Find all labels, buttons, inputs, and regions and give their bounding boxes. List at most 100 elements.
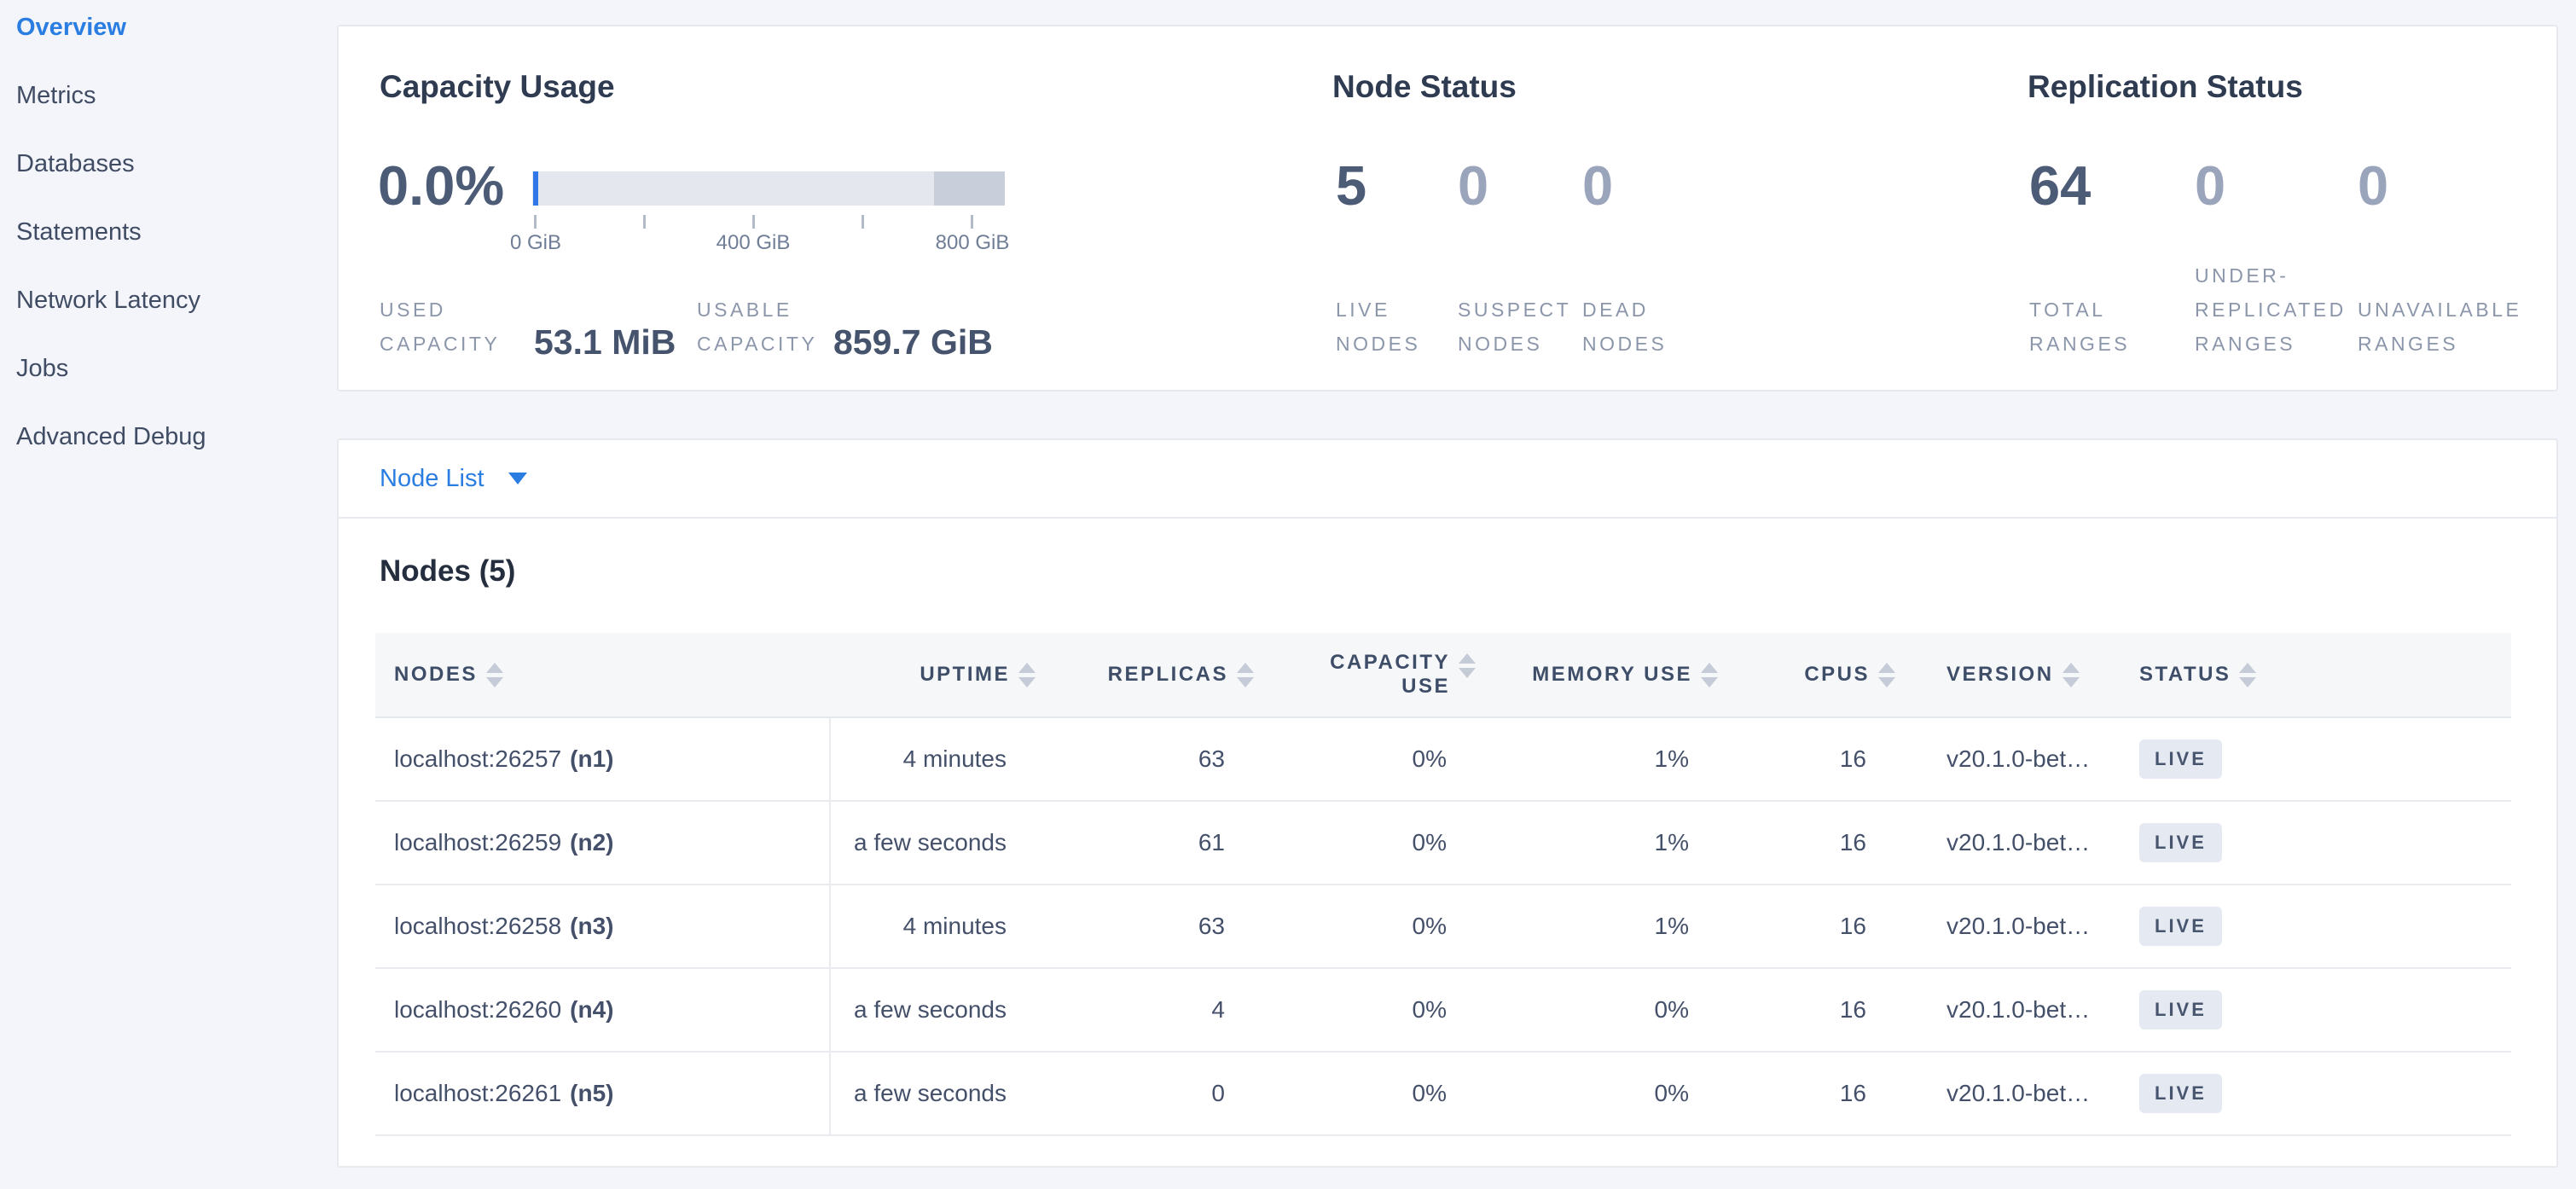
cell-memory-use: 0% (1486, 1053, 1728, 1134)
axis-tick-label: 400 GiB (717, 231, 791, 255)
sidebar-item-label: Metrics (16, 80, 96, 111)
status-badge: LIVE (2139, 740, 2222, 779)
sidebar-item-label: Jobs (16, 353, 68, 384)
live-nodes-count: 5 (1336, 153, 1366, 219)
node-id: (n5) (570, 1080, 613, 1107)
nodes-heading: Nodes (5) (380, 554, 515, 589)
under-replicated-ranges-count: 0 (2195, 153, 2225, 219)
cell-cpus: 16 (1728, 969, 1906, 1051)
sidebar-item-label: Network Latency (16, 285, 200, 316)
cell-node-name[interactable]: localhost:26261 (n5) (375, 1053, 829, 1134)
cell-version: v20.1.0-bet… (1906, 969, 2110, 1051)
dead-nodes-count: 0 (1582, 153, 1613, 219)
node-id: (n2) (570, 829, 613, 856)
cell-capacity-use: 0% (1264, 885, 1486, 967)
cell-replicas: 61 (1046, 802, 1264, 884)
sort-icon (1878, 663, 1895, 687)
live-nodes-label: LIVE NODES (1336, 293, 1442, 361)
cell-capacity-use: 0% (1264, 969, 1486, 1051)
column-header-memory-use[interactable]: MEMORY USE (1486, 633, 1728, 716)
sort-icon (1237, 663, 1254, 687)
cell-memory-use: 0% (1486, 969, 1728, 1051)
column-header-nodes[interactable]: NODES (375, 633, 829, 716)
axis-tick-label: 800 GiB (936, 231, 1010, 255)
nodes-table: NODES UPTIME REPLICAS CAPACITY USE MEMOR… (375, 633, 2511, 1136)
sidebar-item-label: Advanced Debug (16, 421, 206, 452)
node-address: localhost:26257 (394, 745, 561, 773)
node-id: (n4) (570, 996, 613, 1024)
status-badge: LIVE (2139, 823, 2222, 862)
column-header-version[interactable]: VERSION (1906, 633, 2110, 716)
usable-capacity-value: 859.7 GiB (833, 322, 993, 362)
column-header-cpus[interactable]: CPUS (1728, 633, 1906, 716)
cell-cpus: 16 (1728, 1053, 1906, 1134)
sidebar-item-advanced-debug[interactable]: Advanced Debug (16, 421, 323, 490)
column-header-replicas[interactable]: REPLICAS (1046, 633, 1264, 716)
total-ranges-count: 64 (2029, 153, 2091, 219)
sidebar-item-label: Statements (16, 217, 142, 247)
column-header-capacity-use[interactable]: CAPACITY USE (1264, 633, 1486, 716)
node-address: localhost:26261 (394, 1080, 561, 1107)
cell-uptime: a few seconds (829, 1053, 1046, 1134)
sidebar-item-network-latency[interactable]: Network Latency (16, 285, 323, 353)
sidebar-item-overview[interactable]: Overview (16, 12, 323, 80)
cell-replicas: 63 (1046, 885, 1264, 967)
cell-node-name[interactable]: localhost:26257 (n1) (375, 718, 829, 800)
cell-version: v20.1.0-bet… (1906, 885, 2110, 967)
column-header-uptime[interactable]: UPTIME (829, 633, 1046, 716)
cell-uptime: a few seconds (829, 969, 1046, 1051)
sort-icon (1701, 663, 1718, 687)
cell-cpus: 16 (1728, 885, 1906, 967)
axis-tick-label: 0 GiB (510, 231, 561, 255)
status-badge: LIVE (2139, 990, 2222, 1030)
table-row[interactable]: localhost:26257(n1)4 minutes630%1%16v20.… (375, 718, 2511, 802)
cell-capacity-use: 0% (1264, 718, 1486, 800)
sidebar-item-label: Databases (16, 148, 135, 179)
cell-cpus: 16 (1728, 718, 1906, 800)
sort-icon (2239, 663, 2256, 687)
axis-tick (862, 215, 864, 229)
table-row[interactable]: localhost:26261(n5)a few seconds00%0%16v… (375, 1053, 2511, 1136)
table-row[interactable]: localhost:26260(n4)a few seconds40%0%16v… (375, 969, 2511, 1053)
axis-tick (971, 215, 973, 229)
node-id: (n1) (570, 745, 613, 773)
node-list-dropdown[interactable]: Node List (339, 440, 2556, 519)
cell-replicas: 63 (1046, 718, 1264, 800)
cell-memory-use: 1% (1486, 885, 1728, 967)
total-ranges-label: TOTAL RANGES (2029, 293, 2149, 361)
node-list-card: Node List Nodes (5) NODES UPTIME REPLICA… (337, 438, 2558, 1168)
sort-icon (1018, 663, 1036, 687)
cell-uptime: a few seconds (829, 802, 1046, 884)
cell-cpus: 16 (1728, 802, 1906, 884)
cell-status: LIVE (2110, 885, 2511, 967)
dead-nodes-label: DEAD NODES (1582, 293, 1689, 361)
usable-capacity-label: USABLE CAPACITY (697, 293, 846, 361)
cell-node-name[interactable]: localhost:26259(n2) (375, 802, 829, 884)
column-divider (829, 718, 831, 1136)
suspect-nodes-label: SUSPECT NODES (1458, 293, 1594, 361)
table-row[interactable]: localhost:26259(n2)a few seconds610%1%16… (375, 802, 2511, 885)
capacity-usage-bar: 0 GiB 400 GiB 800 GiB (532, 170, 1005, 285)
used-capacity-label: USED CAPACITY (380, 293, 529, 361)
nodes-table-body: localhost:26257(n1)4 minutes630%1%16v20.… (375, 718, 2511, 1136)
axis-tick (752, 215, 755, 229)
cell-status: LIVE (2110, 802, 2511, 884)
node-list-dropdown-label: Node List (380, 465, 484, 493)
cell-node-name[interactable]: localhost:26258(n3) (375, 885, 829, 967)
cell-version: v20.1.0-bet… (1906, 1053, 2110, 1134)
table-row[interactable]: localhost:26258(n3)4 minutes630%1%16v20.… (375, 885, 2511, 969)
column-header-status[interactable]: STATUS (2110, 633, 2511, 716)
sidebar-item-metrics[interactable]: Metrics (16, 80, 323, 148)
cell-node-name[interactable]: localhost:26260(n4) (375, 969, 829, 1051)
sidebar-item-jobs[interactable]: Jobs (16, 353, 323, 421)
sidebar-item-databases[interactable]: Databases (16, 148, 323, 217)
capacity-bar-used-marker (533, 171, 538, 206)
cell-capacity-use: 0% (1264, 802, 1486, 884)
cell-replicas: 0 (1046, 1053, 1264, 1134)
node-address: localhost:26258 (394, 913, 561, 940)
cell-status: LIVE (2110, 718, 2511, 800)
cluster-summary-card: Capacity Usage 0.0% 0 GiB 400 GiB 800 Gi… (337, 25, 2558, 392)
cockroachdb-overview-page: Overview Metrics Databases Statements Ne… (0, 0, 2576, 1189)
sidebar-item-statements[interactable]: Statements (16, 217, 323, 285)
cell-status: LIVE (2110, 1053, 2511, 1134)
